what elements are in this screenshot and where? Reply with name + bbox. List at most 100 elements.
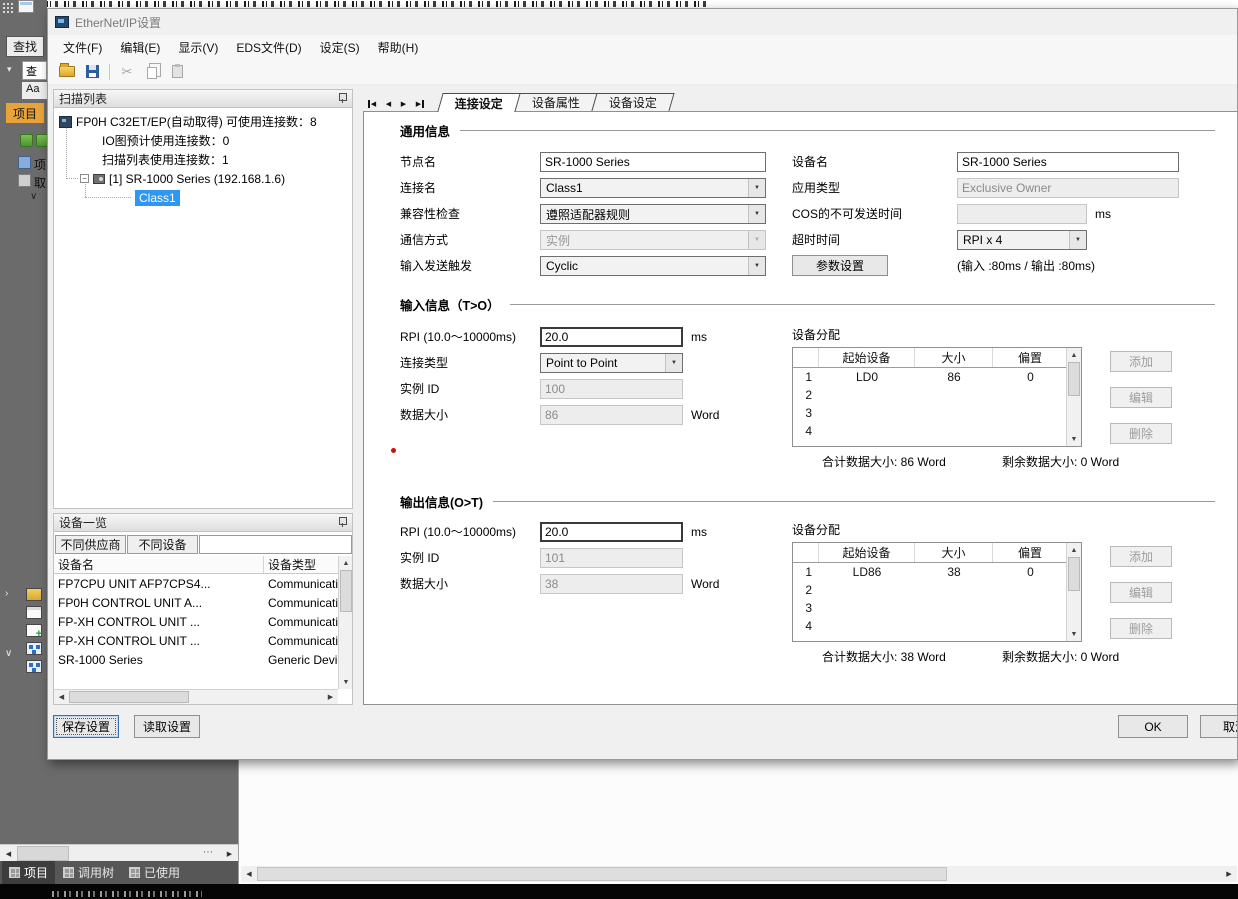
- project-panel-hscrollbar[interactable]: ◀ ⋯ ▶: [0, 844, 238, 861]
- network-icon[interactable]: [26, 642, 42, 655]
- rail-item-label-1[interactable]: 项: [34, 156, 46, 173]
- scroll-right-icon[interactable]: ▶: [221, 845, 238, 862]
- tree-node-usage[interactable]: 扫描列表使用连接数：1: [54, 150, 352, 169]
- output-rpi-input[interactable]: [540, 522, 683, 542]
- allocation-row[interactable]: 1 LD86 38 0: [793, 563, 1068, 581]
- tree-node-root[interactable]: FP0H C32ET/EP(自动取得) 可使用连接数：8: [54, 112, 352, 131]
- collapse-icon[interactable]: −: [80, 174, 89, 183]
- window-icon[interactable]: [18, 0, 34, 13]
- device-table-hscrollbar[interactable]: ◀ ▶: [54, 689, 338, 704]
- menu-edit[interactable]: 编辑(E): [111, 36, 169, 59]
- dialog-titlebar[interactable]: EtherNet/IP设置: [48, 9, 1237, 35]
- device-row[interactable]: SR-1000 Series Generic Device: [54, 650, 338, 669]
- pages-icon[interactable]: [26, 606, 42, 619]
- pin-icon[interactable]: [338, 517, 347, 528]
- col-device-name[interactable]: 设备名: [54, 556, 264, 573]
- tab-call-tree[interactable]: 调用树: [56, 861, 121, 884]
- search-input[interactable]: 查: [22, 61, 47, 80]
- tree-network-icon[interactable]: [26, 660, 42, 673]
- scroll-up-icon[interactable]: ▲: [1067, 348, 1081, 362]
- timeout-select[interactable]: RPI x 4 ▼: [957, 230, 1087, 250]
- save-file-button[interactable]: [81, 61, 103, 83]
- menu-eds-file[interactable]: EDS文件(D): [227, 36, 310, 59]
- open-file-button[interactable]: [56, 61, 78, 83]
- connection-name-select[interactable]: Class1 ▼: [540, 178, 766, 198]
- pin-icon[interactable]: [338, 93, 347, 104]
- scroll-thumb[interactable]: [1068, 557, 1080, 591]
- device-name-input[interactable]: [957, 152, 1179, 172]
- tree-node-connection[interactable]: Class1: [54, 188, 352, 207]
- scroll-left-icon[interactable]: ◀: [0, 845, 17, 862]
- scroll-thumb[interactable]: [257, 867, 947, 881]
- device-row[interactable]: FP7CPU UNIT AFP7CPS4... Communications A…: [54, 574, 338, 593]
- allocation-row[interactable]: 3: [793, 599, 1068, 617]
- scroll-right-icon[interactable]: ▶: [323, 690, 338, 704]
- scroll-thumb[interactable]: [1068, 362, 1080, 396]
- parameter-settings-button[interactable]: 参数设置: [792, 255, 888, 276]
- tree-node-io[interactable]: IO图预计使用连接数：0: [54, 131, 352, 150]
- scroll-thumb[interactable]: [340, 570, 352, 612]
- allocation-row[interactable]: 4: [793, 617, 1068, 635]
- scroll-left-icon[interactable]: ◀: [241, 866, 257, 882]
- scroll-thumb[interactable]: [69, 691, 189, 703]
- match-case-toggle[interactable]: Aa: [22, 82, 47, 99]
- scroll-down-icon[interactable]: ▼: [1067, 627, 1081, 641]
- add-document-icon[interactable]: [26, 624, 42, 637]
- chevron-right-icon[interactable]: ›: [5, 588, 8, 599]
- find-tab[interactable]: 查找: [6, 36, 44, 57]
- rail-icon-green-1[interactable]: [20, 134, 33, 147]
- scroll-left-icon[interactable]: ◀: [54, 690, 69, 704]
- selected-connection[interactable]: Class1: [135, 190, 180, 206]
- menu-help[interactable]: 帮助(H): [369, 36, 428, 59]
- device-table-vscrollbar[interactable]: ▲ ▼: [338, 556, 352, 689]
- device-filter-input[interactable]: [199, 535, 352, 554]
- tree-node-device[interactable]: − [1] SR-1000 Series (192.168.1.6): [54, 169, 352, 188]
- tab-used[interactable]: 已使用: [122, 861, 187, 884]
- filter-vendor-button[interactable]: 不同供应商: [55, 535, 126, 554]
- tab-device-properties[interactable]: 设备属性: [514, 93, 597, 111]
- allocation-vscrollbar[interactable]: ▲ ▼: [1066, 348, 1081, 446]
- allocation-row[interactable]: 2: [793, 581, 1068, 599]
- compatibility-select[interactable]: 遵照适配器规则 ▼: [540, 204, 766, 224]
- scroll-thumb[interactable]: [17, 846, 69, 861]
- allocation-row[interactable]: 4: [793, 422, 1068, 440]
- save-settings-button[interactable]: 保存设置: [53, 715, 119, 738]
- rail-item-label-2[interactable]: 取: [34, 174, 46, 191]
- scroll-right-icon[interactable]: ▶: [1221, 866, 1237, 882]
- scroll-up-icon[interactable]: ▲: [1067, 543, 1081, 557]
- cancel-button[interactable]: 取消: [1200, 715, 1238, 738]
- drag-grip-icon[interactable]: [2, 2, 13, 13]
- folder-icon[interactable]: [26, 588, 42, 601]
- input-trigger-select[interactable]: Cyclic ▼: [540, 256, 766, 276]
- allocation-row[interactable]: 1 LD0 86 0: [793, 368, 1068, 386]
- allocation-vscrollbar[interactable]: ▲ ▼: [1066, 543, 1081, 641]
- last-tab-icon[interactable]: ▶: [411, 97, 426, 111]
- menu-settings[interactable]: 设定(S): [311, 36, 369, 59]
- device-row[interactable]: FP-XH CONTROL UNIT ... Communications Ad: [54, 631, 338, 650]
- scroll-down-icon[interactable]: ▼: [1067, 432, 1081, 446]
- dropdown-chevron-icon[interactable]: ▾: [7, 64, 12, 75]
- first-tab-icon[interactable]: ◀: [366, 97, 381, 111]
- device-row[interactable]: FP-XH CONTROL UNIT ... Communications Ad: [54, 612, 338, 631]
- menu-file[interactable]: 文件(F): [54, 36, 111, 59]
- prev-tab-icon[interactable]: ◀: [381, 97, 396, 111]
- tab-device-settings[interactable]: 设备设定: [591, 93, 674, 111]
- tab-project[interactable]: 项目: [2, 861, 55, 884]
- chevron-down-icon[interactable]: ∨: [30, 191, 37, 202]
- ok-button[interactable]: OK: [1118, 715, 1188, 738]
- chevron-down-icon-2[interactable]: ∨: [5, 648, 12, 659]
- read-settings-button[interactable]: 读取设置: [134, 715, 200, 738]
- allocation-row[interactable]: 2: [793, 386, 1068, 404]
- scroll-down-icon[interactable]: ▼: [339, 675, 353, 689]
- menu-view[interactable]: 显示(V): [169, 36, 227, 59]
- connection-type-select[interactable]: Point to Point ▼: [540, 353, 683, 373]
- editor-hscrollbar[interactable]: ◀ ▶: [241, 866, 1237, 882]
- node-name-input[interactable]: [540, 152, 766, 172]
- rail-icon-green-2[interactable]: [36, 134, 47, 147]
- allocation-row[interactable]: 3: [793, 404, 1068, 422]
- tab-connection-settings[interactable]: 连接设定: [437, 93, 520, 112]
- scroll-up-icon[interactable]: ▲: [339, 556, 353, 570]
- col-device-type[interactable]: 设备类型: [264, 556, 338, 573]
- device-row[interactable]: FP0H CONTROL UNIT A... Communications Ad: [54, 593, 338, 612]
- input-rpi-input[interactable]: [540, 327, 683, 347]
